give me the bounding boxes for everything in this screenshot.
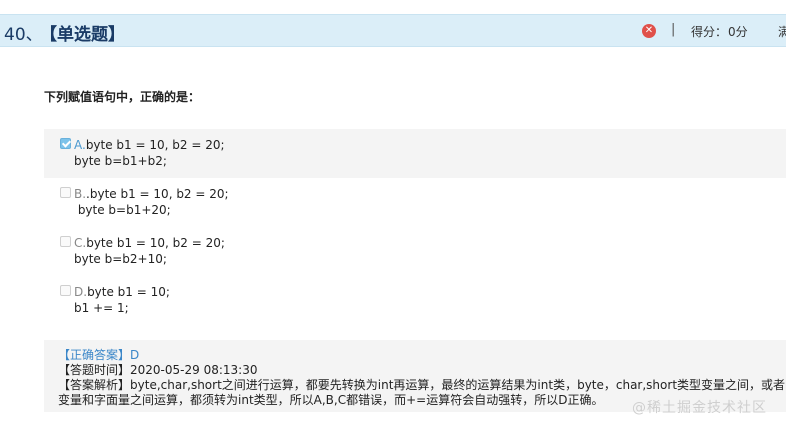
option-a-letter: A.: [74, 138, 86, 152]
option-b[interactable]: B..byte b1 = 10, b2 = 20; byte b=b1+20;: [44, 178, 786, 227]
answer-explanation-line2: 变量和字面量之间运算，都须转为int类型，所以A,B,C都错误，而+=运算符会自…: [58, 393, 604, 407]
option-b-checkbox[interactable]: [60, 187, 71, 198]
option-a-text1: byte b1 = 10, b2 = 20;: [85, 138, 225, 152]
full-score-label: 满: [778, 25, 786, 39]
question-header: 40、 【单选题】 ✕ | 得分： 0分 满: [0, 14, 786, 47]
wrong-x-icon: ✕: [642, 24, 656, 38]
score-label: 得分：: [691, 25, 728, 39]
answer-explanation-line1: byte,char,short之间进行运算，都要先转换为int再运算，最终的运算…: [130, 378, 786, 392]
answer-time-value: 2020-05-29 08:13:30: [130, 363, 258, 377]
option-d-line1: D.byte b1 = 10;: [74, 285, 170, 299]
option-a[interactable]: A.byte b1 = 10, b2 = 20; byte b=b1+b2;: [44, 129, 786, 178]
option-b-line2: byte b=b1+20;: [74, 203, 171, 217]
watermark: @稀土掘金技术社区: [632, 400, 767, 416]
answer-explanation-label: 【答案解析】: [58, 378, 131, 392]
option-c-line2: byte b=b2+10;: [74, 252, 167, 266]
option-a-checkbox[interactable]: [60, 138, 71, 149]
option-d-line2: b1 += 1;: [74, 301, 129, 315]
answer-time-label: 【答题时间】: [58, 363, 131, 377]
option-d-checkbox[interactable]: [60, 285, 71, 296]
option-d-letter: D.: [74, 285, 88, 299]
option-c-line1: C.byte b1 = 10, b2 = 20;: [74, 236, 225, 250]
option-c-checkbox[interactable]: [60, 236, 71, 247]
option-d[interactable]: D.byte b1 = 10; b1 += 1;: [44, 276, 786, 325]
option-c-letter: C.: [74, 236, 87, 250]
option-b-letter: B.: [74, 187, 87, 201]
score-value: 0分: [728, 25, 748, 39]
option-d-text1: byte b1 = 10;: [87, 285, 170, 299]
option-b-text1: .byte b1 = 10, b2 = 20;: [86, 187, 229, 201]
correct-answer-value: D: [130, 348, 140, 362]
option-a-line1: A.byte b1 = 10, b2 = 20;: [74, 138, 225, 152]
option-c-text1: byte b1 = 10, b2 = 20;: [86, 236, 225, 250]
question-stem: 下列赋值语句中，正确的是：: [44, 90, 201, 104]
option-c[interactable]: C.byte b1 = 10, b2 = 20; byte b=b2+10;: [44, 227, 786, 276]
option-a-line2: byte b=b1+b2;: [74, 154, 167, 168]
question-type: 【单选题】: [40, 25, 125, 45]
question-number: 40、: [4, 25, 43, 45]
option-b-line1: B..byte b1 = 10, b2 = 20;: [74, 187, 229, 201]
correct-answer-label: 【正确答案】: [58, 348, 131, 362]
header-separator: |: [671, 22, 676, 37]
